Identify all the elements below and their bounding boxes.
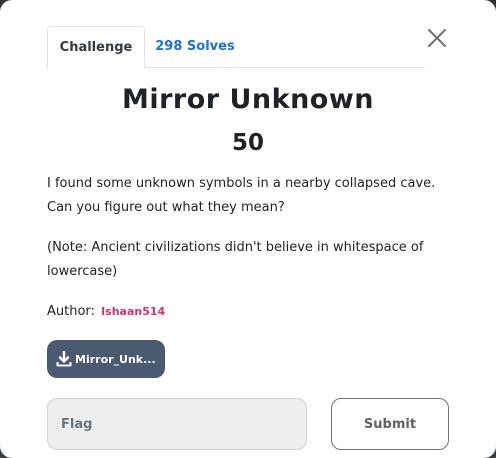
tab-challenge[interactable]: Challenge bbox=[47, 26, 145, 69]
challenge-description-paragraph: I found some unknown symbols in a nearby… bbox=[47, 176, 436, 215]
download-file-button[interactable]: Mirror_Unk... bbox=[47, 340, 165, 378]
challenge-tabs: Challenge 298 Solves bbox=[47, 26, 425, 69]
close-button[interactable] bbox=[426, 27, 448, 49]
challenge-description-note: (Note: Ancient civilizations didn't beli… bbox=[47, 240, 424, 279]
tab-solves[interactable]: 298 Solves bbox=[151, 26, 239, 68]
download-file-label: Mirror_Unk... bbox=[75, 352, 156, 366]
download-icon bbox=[56, 351, 72, 367]
challenge-author: Author: Ishaan514 bbox=[47, 300, 165, 324]
close-icon bbox=[428, 29, 446, 47]
challenge-value: 50 bbox=[231, 130, 264, 156]
flag-input[interactable] bbox=[47, 398, 307, 450]
challenge-title: Mirror Unknown bbox=[121, 84, 375, 115]
challenge-modal: Challenge 298 Solves Mirror Unknown 50 I… bbox=[0, 0, 496, 458]
submit-button[interactable]: Submit bbox=[331, 398, 449, 450]
author-label: Author: bbox=[47, 304, 95, 319]
author-link[interactable]: Ishaan514 bbox=[101, 305, 165, 318]
